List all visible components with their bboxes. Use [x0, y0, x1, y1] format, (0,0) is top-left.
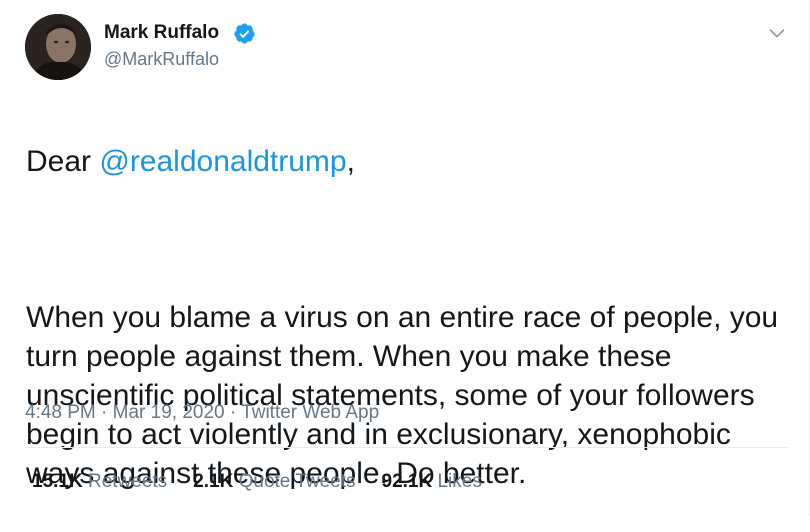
- tweet-body: When you blame a virus on an entire race…: [26, 301, 779, 490]
- quote-tweets-label: Quote Tweets: [238, 471, 356, 492]
- likes-label: Likes: [437, 471, 482, 492]
- verified-badge-icon: [234, 23, 255, 44]
- divider: [25, 447, 788, 448]
- tweet-meta: 4:48 PM · Mar 19, 2020 · Twitter Web App: [25, 402, 379, 424]
- tweet-date[interactable]: Mar 19, 2020: [113, 402, 225, 423]
- tweet-card: Mark Ruffalo @MarkRuffalo Dear @realdona…: [0, 0, 810, 516]
- chevron-down-icon[interactable]: [766, 22, 788, 44]
- likes-stat[interactable]: 92.1K Likes: [382, 471, 482, 493]
- likes-count: 92.1K: [381, 471, 433, 492]
- avatar[interactable]: [25, 14, 91, 80]
- meta-separator: ·: [95, 402, 113, 423]
- retweets-count: 15.1K: [32, 471, 83, 492]
- greeting-line: Dear @realdonaldtrump,: [26, 142, 796, 181]
- tweet-time[interactable]: 4:48 PM: [25, 402, 96, 423]
- avatar-image: [25, 14, 91, 80]
- retweets-label: Retweets: [87, 471, 168, 492]
- meta-separator: ·: [224, 402, 242, 423]
- quote-tweets-stat[interactable]: 2.1K Quote Tweets: [193, 471, 355, 493]
- author-handle[interactable]: @MarkRuffalo: [104, 49, 219, 70]
- greeting: Dear: [26, 145, 100, 178]
- author-name[interactable]: Mark Ruffalo: [104, 22, 219, 44]
- mention-link[interactable]: @realdonaldtrump: [99, 145, 346, 178]
- greeting-end: ,: [346, 145, 355, 178]
- quote-tweets-count: 2.1K: [193, 471, 234, 492]
- tweet-text: Dear @realdonaldtrump, When you blame a …: [26, 103, 796, 532]
- retweets-stat[interactable]: 15.1K Retweets: [32, 471, 167, 493]
- tweet-stats: 15.1K Retweets 2.1K Quote Tweets 92.1K Lik…: [32, 471, 482, 493]
- tweet-source[interactable]: Twitter Web App: [241, 402, 379, 423]
